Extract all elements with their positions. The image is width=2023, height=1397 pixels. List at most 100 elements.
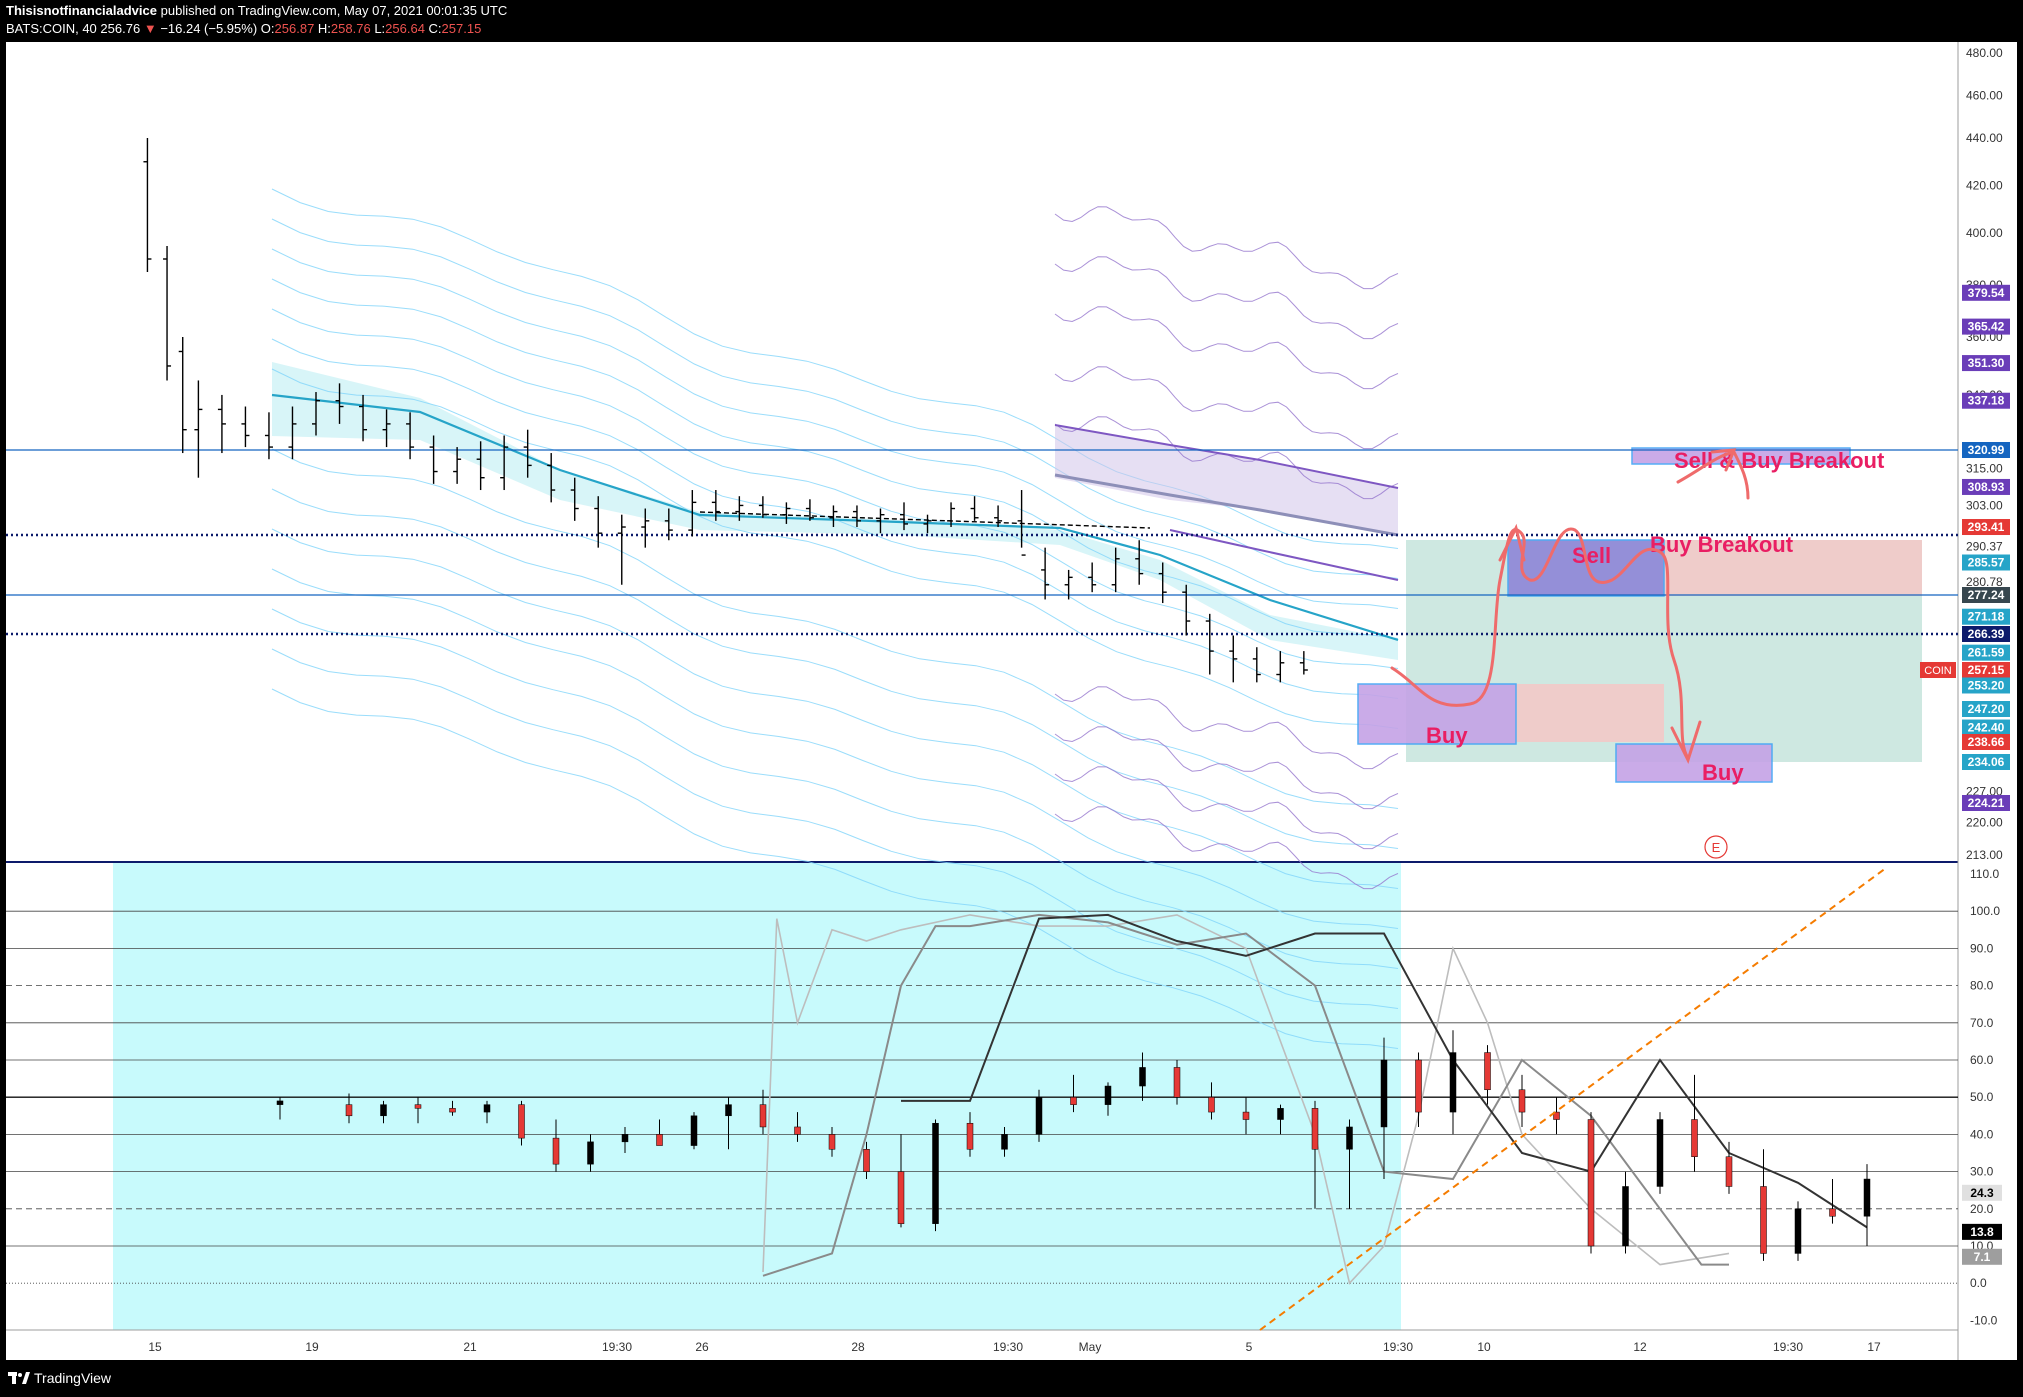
time-axis-tick: 26 bbox=[695, 1340, 709, 1354]
osc-candle-body bbox=[1622, 1186, 1629, 1247]
chart-footer: TradingView bbox=[0, 1360, 2023, 1397]
oscillator-highlight-zone bbox=[113, 862, 1401, 1330]
osc-axis-tick: 100.0 bbox=[1970, 904, 2000, 918]
time-axis-tick: 21 bbox=[463, 1340, 477, 1354]
price-label-text: 285.57 bbox=[1968, 555, 2005, 569]
osc-candle-body bbox=[380, 1104, 387, 1117]
price-axis-tick: 303.00 bbox=[1966, 498, 2003, 512]
osc-candle-body bbox=[828, 1134, 836, 1150]
trade-annotation-label[interactable]: Buy Breakout bbox=[1650, 532, 1794, 557]
osc-candle-body bbox=[1242, 1111, 1250, 1120]
purple-band-line bbox=[1054, 766, 1399, 850]
osc-candle-body bbox=[1656, 1119, 1664, 1187]
time-axis-tick: 15 bbox=[148, 1340, 162, 1354]
osc-axis-tick: 110.0 bbox=[1970, 867, 1999, 881]
osc-candle-body bbox=[414, 1104, 422, 1109]
price-label-text: 247.20 bbox=[1968, 702, 2005, 716]
osc-candle-body bbox=[759, 1104, 767, 1128]
price-label-text: 293.41 bbox=[1968, 520, 2005, 534]
price-label-text: 253.20 bbox=[1968, 678, 2005, 692]
purple-band-line bbox=[1054, 686, 1399, 770]
osc-candle-body bbox=[1277, 1108, 1284, 1120]
osc-candle-body bbox=[1484, 1052, 1491, 1091]
time-axis-tick: 19:30 bbox=[1383, 1340, 1413, 1354]
time-axis-tick: 5 bbox=[1246, 1340, 1253, 1354]
osc-candle-body bbox=[1415, 1059, 1422, 1113]
osc-candle-body bbox=[449, 1108, 456, 1113]
osc-candle-body bbox=[1104, 1085, 1112, 1105]
osc-candle-body bbox=[552, 1137, 560, 1165]
osc-candle-body bbox=[1173, 1067, 1181, 1098]
osc-axis-tick: 70.0 bbox=[1970, 1016, 1994, 1030]
time-axis-tick: 19:30 bbox=[602, 1340, 632, 1354]
osc-candle-body bbox=[1380, 1059, 1388, 1128]
osc-axis-tick: 60.0 bbox=[1970, 1053, 1994, 1067]
osc-candle-body bbox=[1346, 1126, 1353, 1150]
price-axis-tick: 400.00 bbox=[1966, 226, 2003, 240]
price-axis-tick: 213.00 bbox=[1966, 848, 2003, 862]
osc-candle-body bbox=[345, 1104, 353, 1117]
price-label-text: 234.06 bbox=[1968, 755, 2005, 769]
osc-candle-body bbox=[725, 1104, 732, 1117]
osc-axis-tick: 50.0 bbox=[1970, 1090, 1994, 1104]
trade-annotation-label[interactable]: Buy bbox=[1426, 723, 1468, 748]
purple-channel-fill bbox=[1055, 425, 1398, 535]
osc-axis-tick: 0.0 bbox=[1970, 1276, 1987, 1290]
trade-annotation-label[interactable]: Buy bbox=[1702, 760, 1744, 785]
osc-axis-tick: 20.0 bbox=[1970, 1202, 1994, 1216]
osc-candle-body bbox=[1208, 1096, 1215, 1113]
osc-candle-body bbox=[863, 1149, 870, 1172]
price-axis-tick: 460.00 bbox=[1966, 89, 2003, 103]
osc-candle-body bbox=[1139, 1067, 1146, 1087]
price-axis-tick: 220.00 bbox=[1966, 816, 2003, 830]
trade-annotation-label[interactable]: Sell bbox=[1572, 543, 1611, 568]
price-label-text: 242.40 bbox=[1968, 721, 2005, 735]
time-axis-tick: 17 bbox=[1867, 1340, 1881, 1354]
price-axis-tick: 315.00 bbox=[1966, 461, 2003, 475]
osc-candle-body bbox=[1691, 1119, 1698, 1157]
earnings-event-label: E bbox=[1712, 840, 1721, 855]
price-label-text: 266.39 bbox=[1968, 627, 2005, 641]
purple-band-line bbox=[1054, 726, 1399, 810]
osc-candle-body bbox=[518, 1104, 525, 1139]
osc-candle-body bbox=[1070, 1096, 1077, 1105]
trade-annotation-label[interactable]: Sell & Buy Breakout bbox=[1674, 448, 1885, 473]
chart-canvas[interactable]: Sell & Buy Breakout Buy Breakout Sell Buy Bu… bbox=[0, 0, 2023, 1397]
time-axis-tick: 19:30 bbox=[993, 1340, 1023, 1354]
osc-candle-body bbox=[587, 1141, 594, 1165]
price-label-text: 320.99 bbox=[1968, 443, 2005, 457]
price-axis-tick: 440.00 bbox=[1966, 131, 2003, 145]
buy-zone[interactable] bbox=[1615, 743, 1773, 783]
osc-axis-tick: 90.0 bbox=[1970, 941, 1994, 955]
osc-candle-body bbox=[966, 1122, 974, 1150]
price-label-text: 271.18 bbox=[1968, 610, 2005, 624]
osc-axis-tick: 80.0 bbox=[1970, 979, 1994, 993]
osc-candle-body bbox=[1449, 1052, 1457, 1113]
tradingview-brand[interactable]: TradingView bbox=[34, 1370, 111, 1386]
osc-axis-tick: -10.0 bbox=[1970, 1313, 1998, 1327]
osc-candle-body bbox=[794, 1126, 801, 1135]
tradingview-logo-icon bbox=[8, 1372, 30, 1384]
time-axis-tick: 12 bbox=[1633, 1340, 1647, 1354]
osc-candle-body bbox=[1794, 1208, 1802, 1254]
price-label-text: 379.54 bbox=[1968, 286, 2005, 300]
osc-value-text: 24.3 bbox=[1970, 1186, 1994, 1200]
symbol-tag-text: COIN bbox=[1924, 665, 1952, 677]
stop-zone bbox=[1516, 684, 1664, 742]
purple-band-line bbox=[1054, 256, 1399, 340]
time-axis-tick: May bbox=[1079, 1340, 1102, 1354]
osc-candle-body bbox=[1760, 1186, 1767, 1254]
time-axis-tick: 19:30 bbox=[1773, 1340, 1803, 1354]
osc-candle-body bbox=[1035, 1096, 1043, 1135]
price-label-text: 337.18 bbox=[1968, 394, 2005, 408]
osc-axis-tick: 30.0 bbox=[1970, 1165, 1994, 1179]
time-axis-tick: 28 bbox=[851, 1340, 865, 1354]
time-axis-tick: 10 bbox=[1477, 1340, 1491, 1354]
purple-band-line bbox=[1054, 306, 1399, 390]
price-label-text: 238.66 bbox=[1968, 735, 2005, 749]
price-label-text: 224.21 bbox=[1968, 796, 2005, 810]
price-label-text: 261.59 bbox=[1968, 646, 2005, 660]
price-axis-tick: 280.78 bbox=[1966, 575, 2003, 589]
osc-candle-body bbox=[932, 1122, 939, 1224]
price-label-text: 308.93 bbox=[1968, 480, 2005, 494]
